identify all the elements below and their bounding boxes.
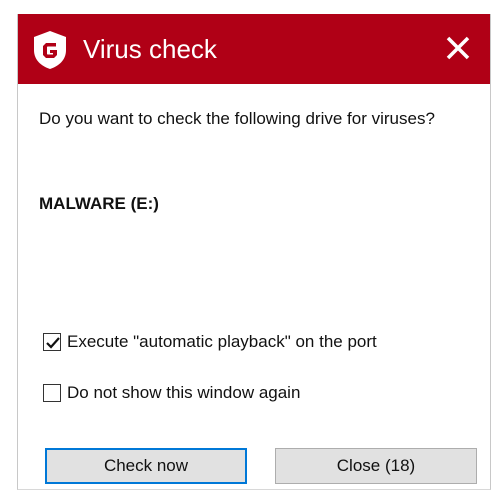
dont-show-again-option[interactable]: Do not show this window again [43,383,300,403]
autoplay-checkbox-option[interactable]: Execute "automatic playback" on the port [43,332,377,352]
dont-show-again-checkbox[interactable] [43,384,61,402]
title-bar: Virus check [18,14,490,84]
autoplay-checkbox-label: Execute "automatic playback" on the port [67,332,377,351]
close-button[interactable]: Close (18) [275,448,477,484]
g-data-shield-logo-icon [32,30,68,70]
question-text: Do you want to check the following drive… [39,109,435,128]
dont-show-again-label: Do not show this window again [67,383,301,402]
close-icon[interactable] [436,26,480,70]
virus-check-dialog: Virus check Do you want to check the fol… [17,14,491,490]
autoplay-checkbox[interactable] [43,333,61,351]
check-now-button[interactable]: Check now [45,448,247,484]
checkmark-icon [46,337,60,349]
dialog-content: Do you want to check the following drive… [39,108,479,213]
window-title: Virus check [83,34,217,64]
drive-label: MALWARE (E:) [39,194,159,213]
